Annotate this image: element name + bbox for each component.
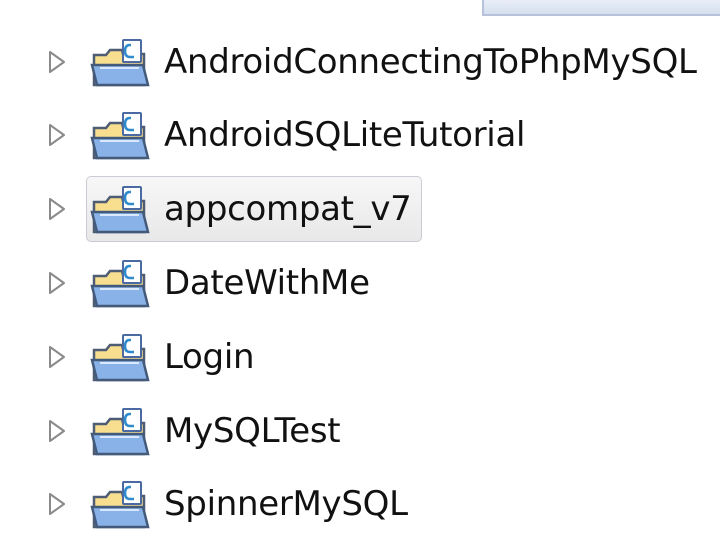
collapsed-tree-arrow-icon[interactable] — [46, 270, 68, 296]
tree-row[interactable]: Login — [0, 322, 720, 394]
project-folder-icon — [90, 39, 150, 87]
project-label[interactable]: SpinnerMySQL — [164, 480, 408, 528]
project-folder-icon — [90, 334, 150, 382]
collapsed-tree-arrow-icon[interactable] — [46, 122, 68, 148]
project-label[interactable]: DateWithMe — [164, 259, 370, 307]
collapsed-tree-arrow-icon[interactable] — [46, 418, 68, 444]
project-folder-icon — [90, 408, 150, 456]
project-folder-icon — [90, 481, 150, 529]
project-folder-icon — [90, 112, 150, 160]
project-tree: AndroidConnectingToPhpMySQL AndroidSQLit… — [0, 0, 720, 529]
tree-row[interactable]: AndroidSQLiteTutorial — [0, 100, 720, 172]
tree-row[interactable]: appcompat_v7 — [0, 174, 720, 246]
tree-row[interactable]: SpinnerMySQL — [0, 469, 720, 541]
tree-row[interactable]: MySQLTest — [0, 396, 720, 468]
tree-row[interactable]: AndroidConnectingToPhpMySQL — [0, 27, 720, 99]
collapsed-tree-arrow-icon[interactable] — [46, 344, 68, 370]
collapsed-tree-arrow-icon[interactable] — [46, 491, 68, 517]
project-label[interactable]: MySQLTest — [164, 407, 341, 455]
tree-row[interactable]: DateWithMe — [0, 248, 720, 320]
project-label[interactable]: Login — [164, 333, 255, 381]
collapsed-tree-arrow-icon[interactable] — [46, 49, 68, 75]
project-label[interactable]: AndroidSQLiteTutorial — [164, 111, 525, 159]
project-folder-icon — [90, 260, 150, 308]
collapsed-tree-arrow-icon[interactable] — [46, 196, 68, 222]
project-label[interactable]: AndroidConnectingToPhpMySQL — [164, 38, 697, 86]
project-label[interactable]: appcompat_v7 — [164, 185, 412, 233]
project-folder-icon — [90, 186, 150, 234]
